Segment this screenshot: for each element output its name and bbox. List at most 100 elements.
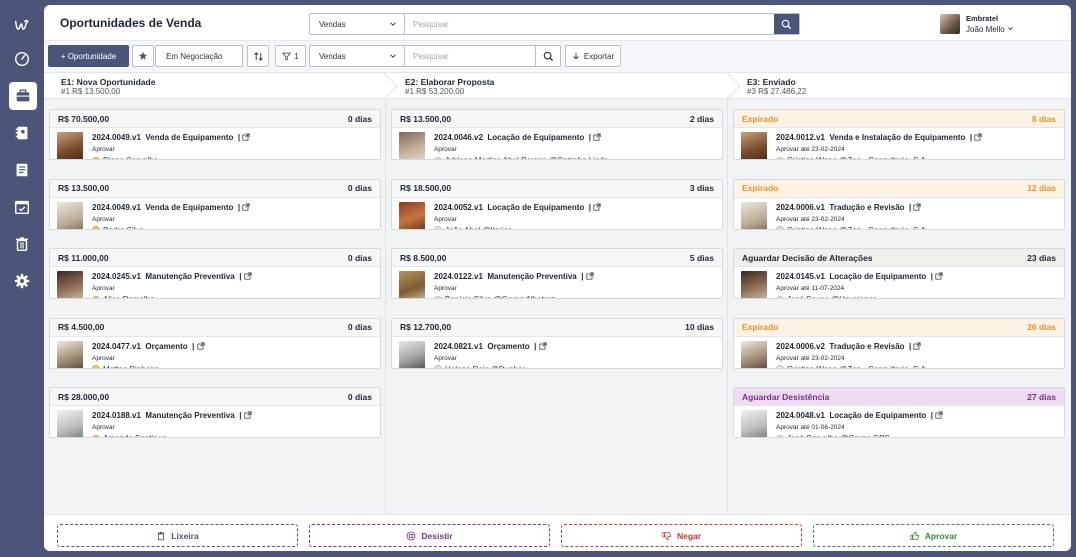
funnel-icon [282, 52, 292, 60]
external-link-icon[interactable] [913, 203, 922, 211]
opportunity-card[interactable]: R$ 13.500,00 2 dias 2024.0046.v2 Locação d… [391, 109, 723, 160]
external-link-icon[interactable] [244, 272, 252, 280]
external-link-icon[interactable] [586, 272, 594, 280]
header-search: Vendas Pesquisar [309, 13, 800, 35]
card-contact-name: Cristina Wang @Zen - Consultoria, S.A [787, 365, 926, 368]
toolbar-search-input[interactable]: Pesquisar [405, 46, 535, 66]
toolbar-search-select[interactable]: Vendas [310, 46, 405, 66]
card-action: Aprovar até 11-07-2024 [776, 285, 845, 293]
card-body: 2024.0245.v1 Manutenção Preventiva | Apr… [50, 267, 380, 299]
external-link-icon[interactable] [935, 272, 943, 280]
card-title: Manutenção Preventiva [145, 272, 235, 282]
card-contact-name: Cristina Wang @Zen - Consultoria, S.A [787, 156, 926, 159]
toolbar: + Oportunidade Em Negociação 1 Vendas Pe… [44, 41, 1071, 73]
card-header-label: R$ 4.500,00 [58, 322, 105, 333]
favorites-button[interactable] [132, 45, 154, 67]
external-link-icon[interactable] [593, 203, 601, 211]
opportunity-card[interactable]: R$ 70.500,00 0 dias 2024.0049.v1 Venda de … [49, 109, 381, 160]
kanban-column: Expirado 8 dias 2024.0012.v1 Venda e Insta… [728, 99, 1071, 514]
sort-button[interactable] [247, 45, 269, 67]
toolbar-search-button[interactable] [535, 46, 560, 66]
card-action: Aprovar [92, 215, 115, 223]
status-dot [776, 434, 784, 438]
thumbs-up-icon [910, 531, 919, 540]
card-ref-code: 2024.0122.v1 [434, 272, 483, 282]
opportunity-card[interactable]: R$ 28.000,00 0 dias 2024.0188.v1 Manutençã… [49, 387, 381, 439]
card-action: Aprovar até 23-02-2024 [776, 215, 845, 223]
document-list-icon[interactable] [8, 156, 36, 184]
external-link-icon[interactable] [913, 342, 922, 350]
briefcase-icon[interactable] [9, 82, 37, 110]
card-title: Locação de Equipamento [829, 272, 927, 282]
card-contact-name: Pedro Silva [103, 226, 144, 229]
external-link-icon[interactable] [242, 133, 250, 141]
calendar-icon[interactable] [8, 193, 36, 221]
stage-2[interactable]: E2: Elaborar Proposta #1 R$ 53.200,00 [388, 73, 741, 99]
external-link-icon[interactable] [935, 411, 943, 419]
deny-button[interactable]: Negar [561, 524, 802, 547]
card-body: 2024.0052.v1 Locação de Equipamento | Ap… [392, 198, 722, 229]
page-title: Oportunidades de Venda [60, 16, 202, 30]
stage-3[interactable]: E3: Enviado #3 R$ 27.486,22 [730, 73, 1071, 99]
card-reference: 2024.0046.v2 Locação de Equipamento | [434, 133, 601, 142]
card-days: 23 dias [1027, 252, 1056, 263]
card-title: Tradução e Revisão [829, 202, 905, 212]
card-reference: 2024.0012.v1 Venda e Instalação de Equip… [776, 133, 982, 142]
external-link-icon[interactable] [593, 133, 601, 141]
search-icon [543, 51, 553, 61]
card-header-label: Expirado [742, 183, 779, 194]
sort-arrows-icon [253, 51, 263, 61]
status-filter-select[interactable]: Em Negociação [155, 45, 243, 67]
stage-name: E1: Nova Oportunidade [61, 77, 156, 87]
header-search-input[interactable]: Pesquisar [405, 14, 774, 34]
external-link-icon[interactable] [242, 203, 250, 211]
card-header-label: Aguardar Desistência [742, 391, 830, 402]
card-reference: 2024.0477.v1 Orçamento | [92, 342, 205, 351]
opportunity-card[interactable]: Aguardar Decisão de Alterações 23 dias 202… [733, 248, 1065, 300]
export-button[interactable]: Exportar [565, 45, 621, 67]
logo-icon[interactable] [8, 12, 36, 40]
header-search-select[interactable]: Vendas [310, 14, 405, 34]
card-ref-code: 2024.0245.v1 [92, 272, 141, 282]
opportunity-card[interactable]: Expirado 26 dias 2024.0006.v2 Tradução e R… [733, 317, 1065, 369]
card-days: 27 dias [1027, 391, 1056, 402]
status-dot [776, 156, 784, 159]
external-link-icon[interactable] [974, 133, 982, 141]
opportunity-card[interactable]: R$ 8.500,00 5 dias 2024.0122.v1 Manutenção… [391, 248, 723, 300]
card-days: 0 dias [347, 183, 372, 194]
filter-button[interactable]: 1 [275, 45, 306, 67]
card-ref-code: 2024.0052.v1 [434, 202, 483, 212]
user-menu[interactable]: Embratel João Mello [940, 13, 1060, 35]
opportunity-card[interactable]: R$ 4.500,00 0 dias 2024.0477.v1 Orçamento … [49, 317, 381, 369]
opportunity-card[interactable]: Expirado 12 dias 2024.0006.v1 Tradução e R… [733, 178, 1065, 230]
dashboard-gauge-icon[interactable] [8, 45, 36, 73]
opportunity-card[interactable]: R$ 11.000,00 0 dias 2024.0245.v1 Manutençã… [49, 248, 381, 300]
card-contact-name: Alice Ramalho [103, 295, 155, 298]
external-link-icon[interactable] [244, 411, 252, 419]
header-search-button[interactable] [774, 14, 799, 34]
trash-icon[interactable] [8, 230, 36, 258]
stage-1[interactable]: E1: Nova Oportunidade #1 R$ 13.500,00 [44, 73, 398, 99]
opportunity-card[interactable]: R$ 12.700,00 10 dias 2024.0821.v1 Orçament… [391, 317, 723, 369]
card-reference: 2024.0049.v1 Venda de Equipamento | [92, 133, 250, 142]
trash-button[interactable]: Lixeira [57, 524, 298, 547]
external-link-icon[interactable] [538, 342, 547, 350]
opportunity-card[interactable]: R$ 13.500,00 0 dias 2024.0049.v1 Venda de … [49, 178, 381, 230]
new-opportunity-button[interactable]: + Oportunidade [48, 45, 129, 67]
card-contact: Amanda Santiago [92, 434, 167, 438]
card-title: Venda de Equipamento [145, 133, 234, 142]
card-header: Expirado 12 dias [734, 179, 1064, 198]
opportunity-card[interactable]: Expirado 8 dias 2024.0012.v1 Venda e Insta… [733, 109, 1065, 160]
card-body: 2024.0821.v1 Orçamento | Aprovar Helena R… [392, 337, 722, 368]
approve-button[interactable]: Aprovar [813, 524, 1054, 547]
settings-gear-icon[interactable] [8, 267, 36, 295]
opportunity-card[interactable]: R$ 18.500,00 3 dias 2024.0052.v1 Locação d… [391, 178, 723, 230]
desist-button[interactable]: Desistir [309, 524, 550, 547]
card-contact: Diana Carvalho [92, 156, 158, 159]
card-contact: Adriana Martins Abel Pereira @Cozinha Li… [434, 156, 608, 159]
card-body: 2024.0122.v1 Manutenção Preventiva | Apr… [392, 267, 722, 299]
filter-count: 1 [294, 51, 299, 61]
contacts-book-icon[interactable] [8, 119, 36, 147]
external-link-icon[interactable] [196, 342, 205, 350]
opportunity-card[interactable]: Aguardar Desistência 27 dias 2024.0048.v1 … [733, 387, 1065, 439]
